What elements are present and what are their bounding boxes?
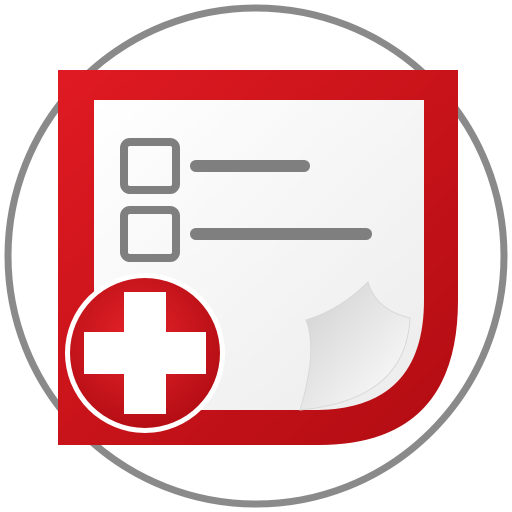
checklist-add-icon [4, 4, 508, 508]
app-icon [0, 0, 512, 512]
